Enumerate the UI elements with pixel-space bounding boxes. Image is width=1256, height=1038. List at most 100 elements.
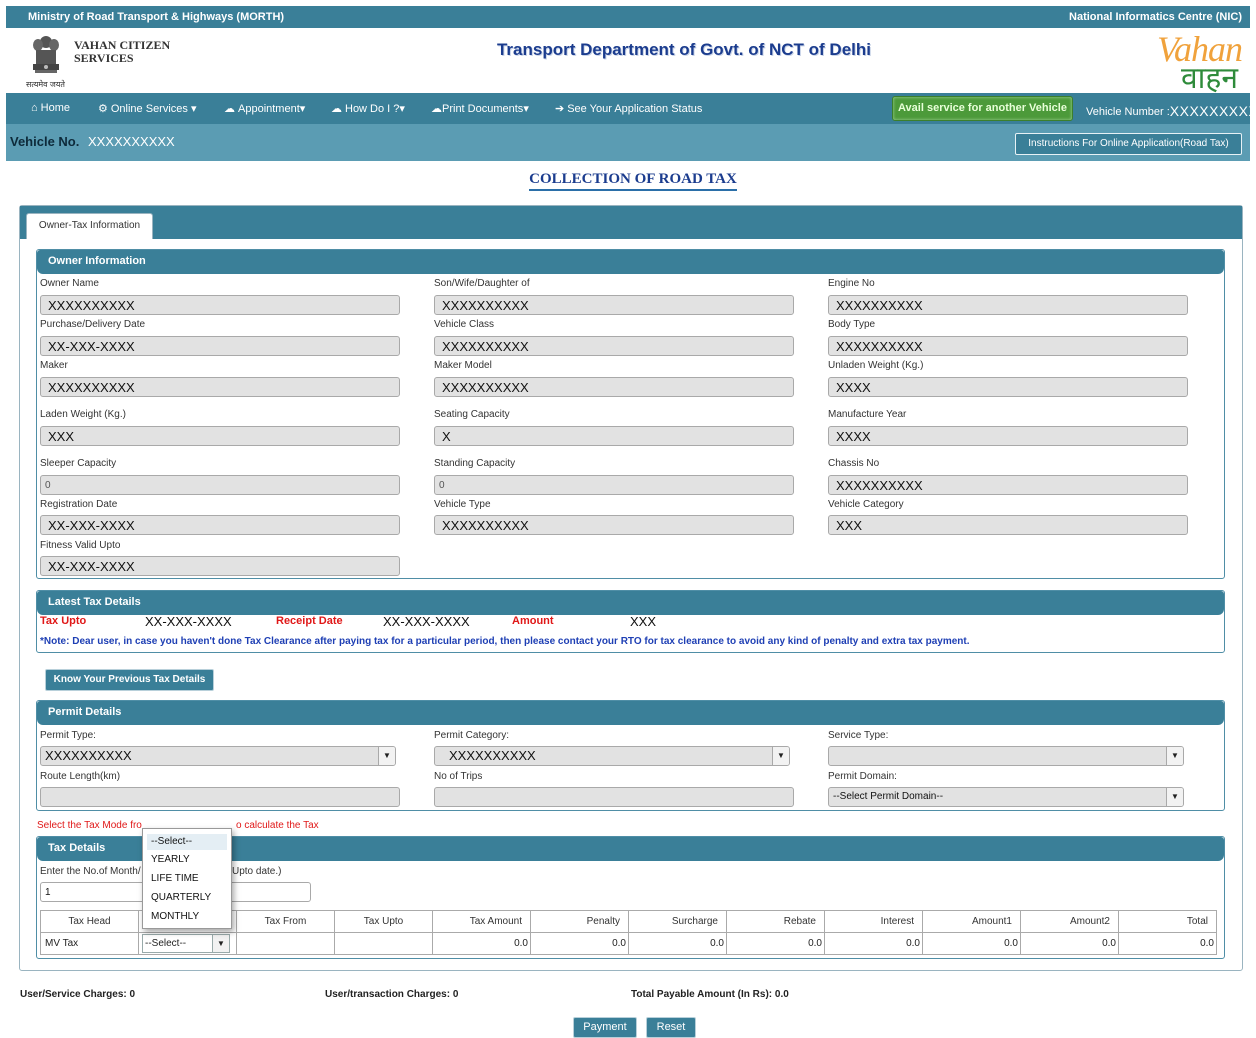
vehicle-class-label: Vehicle Class bbox=[434, 319, 495, 330]
dropdown-option-yearly[interactable]: YEARLY bbox=[143, 850, 231, 869]
caret-down-icon: ▾ bbox=[190, 103, 197, 115]
reset-button[interactable]: Reset bbox=[646, 1017, 696, 1038]
col-surcharge: Surcharge bbox=[628, 910, 727, 933]
seating-capacity-field: X bbox=[434, 426, 794, 446]
permit-category-label: Permit Category: bbox=[434, 730, 510, 741]
user-service-charges: User/Service Charges: 0 bbox=[20, 989, 136, 1000]
vahan-logo: Vahan वाहन bbox=[1148, 28, 1244, 95]
col-penalty: Penalty bbox=[530, 910, 629, 933]
nav-home[interactable]: ⌂ Home bbox=[31, 102, 70, 114]
department-title: Transport Department of Govt. of NCT of … bbox=[496, 40, 871, 59]
previous-tax-details-button[interactable]: Know Your Previous Tax Details bbox=[45, 669, 214, 691]
col-tax-amount: Tax Amount bbox=[432, 910, 531, 933]
vehicle-type-label: Vehicle Type bbox=[434, 499, 491, 510]
vehicle-no-label: Vehicle No. bbox=[10, 134, 80, 149]
fitness-valid-field: XX-XXX-XXXX bbox=[40, 556, 400, 576]
route-length-label: Route Length(km) bbox=[40, 771, 121, 782]
gear-icon: ⚙ bbox=[98, 103, 108, 115]
col-amount2: Amount2 bbox=[1020, 910, 1119, 933]
vehicle-class-field: XXXXXXXXXX bbox=[434, 336, 794, 356]
manufacture-year-field: XXXX bbox=[828, 426, 1188, 446]
sleeper-capacity-field: 0 bbox=[40, 475, 400, 495]
permit-details-heading: Permit Details bbox=[37, 701, 1224, 725]
engine-no-field: XXXXXXXXXX bbox=[828, 295, 1188, 315]
unladen-weight-field: XXXX bbox=[828, 377, 1188, 397]
tab-owner-tax-information[interactable]: Owner-Tax Information bbox=[26, 213, 153, 239]
vehicle-category-label: Vehicle Category bbox=[828, 499, 904, 510]
cell-rebate: 0.0 bbox=[726, 932, 825, 955]
nav-appointment[interactable]: ☁ Appointment▾ bbox=[224, 102, 305, 115]
col-amount1: Amount1 bbox=[922, 910, 1021, 933]
sleeper-capacity-label: Sleeper Capacity bbox=[40, 458, 117, 469]
nav-online-services[interactable]: ⚙ Online Services ▾ bbox=[98, 102, 197, 115]
relation-field: XXXXXXXXXX bbox=[434, 295, 794, 315]
chevron-down-icon: ▼ bbox=[772, 747, 789, 765]
tax-mode-select[interactable]: --Select-- ▼ bbox=[142, 934, 230, 953]
home-icon: ⌂ bbox=[31, 102, 38, 114]
emblem-motto: सत्यमेव जयते bbox=[26, 80, 65, 89]
maker-model-label: Maker Model bbox=[434, 360, 492, 371]
chassis-no-label: Chassis No bbox=[828, 458, 880, 469]
nic-label: National Informatics Centre (NIC) bbox=[1069, 11, 1242, 23]
receipt-date-label: Receipt Date bbox=[276, 615, 343, 627]
dropdown-option-quarterly[interactable]: QUARTERLY bbox=[143, 888, 231, 907]
tax-mode-note-left: Select the Tax Mode fro bbox=[37, 820, 142, 831]
tax-clearance-note: *Note: Dear user, in case you haven't do… bbox=[40, 636, 970, 647]
route-length-field[interactable] bbox=[40, 787, 400, 807]
dropdown-option-monthly[interactable]: MONTHLY bbox=[143, 907, 231, 926]
avail-service-button[interactable]: Avail service for another Vehicle bbox=[892, 96, 1073, 121]
months-label-right: Upto date.) bbox=[232, 866, 282, 877]
dropdown-option-select[interactable]: --Select-- bbox=[147, 834, 227, 850]
standing-capacity-field: 0 bbox=[434, 475, 794, 495]
cell-tax-amount: 0.0 bbox=[432, 932, 531, 955]
col-interest: Interest bbox=[824, 910, 923, 933]
tax-mode-note-right: o calculate the Tax bbox=[236, 820, 319, 831]
service-type-select[interactable]: ▼ bbox=[828, 746, 1184, 766]
nav-print-documents[interactable]: ☁Print Documents▾ bbox=[431, 102, 529, 115]
months-label-left: Enter the No.of Month/ bbox=[40, 866, 141, 877]
registration-date-label: Registration Date bbox=[40, 499, 118, 510]
page-title: COLLECTION OF ROAD TAX bbox=[0, 171, 1256, 191]
maker-field: XXXXXXXXXX bbox=[40, 377, 400, 397]
dropdown-option-lifetime[interactable]: LIFE TIME bbox=[143, 869, 231, 888]
cell-amount1: 0.0 bbox=[922, 932, 1021, 955]
no-of-trips-field[interactable] bbox=[434, 787, 794, 807]
chevron-down-icon: ▼ bbox=[1166, 747, 1183, 765]
cell-interest: 0.0 bbox=[824, 932, 923, 955]
manufacture-year-label: Manufacture Year bbox=[828, 409, 907, 420]
ministry-label: Ministry of Road Transport & Highways (M… bbox=[28, 11, 285, 23]
latest-tax-heading: Latest Tax Details bbox=[37, 591, 1224, 615]
user-transaction-charges: User/transaction Charges: 0 bbox=[325, 989, 459, 1000]
permit-domain-select[interactable]: --Select Permit Domain-- ▼ bbox=[828, 787, 1184, 807]
receipt-date-value: XX-XXX-XXXX bbox=[383, 614, 470, 629]
seating-capacity-label: Seating Capacity bbox=[434, 409, 510, 420]
relation-label: Son/Wife/Daughter of bbox=[434, 278, 530, 289]
instructions-button[interactable]: Instructions For Online Application(Road… bbox=[1015, 133, 1242, 155]
purchase-date-field: XX-XXX-XXXX bbox=[40, 336, 400, 356]
cell-tax-from bbox=[236, 932, 335, 955]
cell-tax-head: MV Tax bbox=[40, 932, 139, 955]
engine-no-label: Engine No bbox=[828, 278, 875, 289]
cell-total: 0.0 bbox=[1118, 932, 1217, 955]
permit-type-select[interactable]: XXXXXXXXXX ▼ bbox=[40, 746, 396, 766]
nav-vehicle-number: Vehicle Number :XXXXXXXXXX bbox=[1086, 102, 1256, 119]
cell-tax-upto bbox=[334, 932, 433, 955]
purchase-date-label: Purchase/Delivery Date bbox=[40, 319, 146, 330]
permit-type-label: Permit Type: bbox=[40, 730, 96, 741]
vehicle-bar: Vehicle No. XXXXXXXXXX Instructions For … bbox=[6, 124, 1250, 161]
nav-how-do-i[interactable]: ☁ How Do I ?▾ bbox=[331, 102, 405, 115]
nav-application-status[interactable]: ➔ See Your Application Status bbox=[555, 102, 702, 115]
site-header: सत्यमेव जयते VAHAN CITIZEN SERVICES Tran… bbox=[6, 28, 1250, 95]
permit-category-select[interactable]: XXXXXXXXXX ▼ bbox=[434, 746, 790, 766]
body-type-label: Body Type bbox=[828, 319, 876, 330]
cell-penalty: 0.0 bbox=[530, 932, 629, 955]
cloud-icon: ☁ bbox=[331, 103, 342, 115]
payment-button[interactable]: Payment bbox=[573, 1017, 637, 1038]
arrow-right-icon: ➔ bbox=[555, 103, 565, 115]
cell-surcharge: 0.0 bbox=[628, 932, 727, 955]
col-rebate: Rebate bbox=[726, 910, 825, 933]
caret-down-icon: ▾ bbox=[399, 103, 405, 115]
service-type-label: Service Type: bbox=[828, 730, 889, 741]
col-tax-from: Tax From bbox=[236, 910, 335, 933]
maker-model-field: XXXXXXXXXX bbox=[434, 377, 794, 397]
